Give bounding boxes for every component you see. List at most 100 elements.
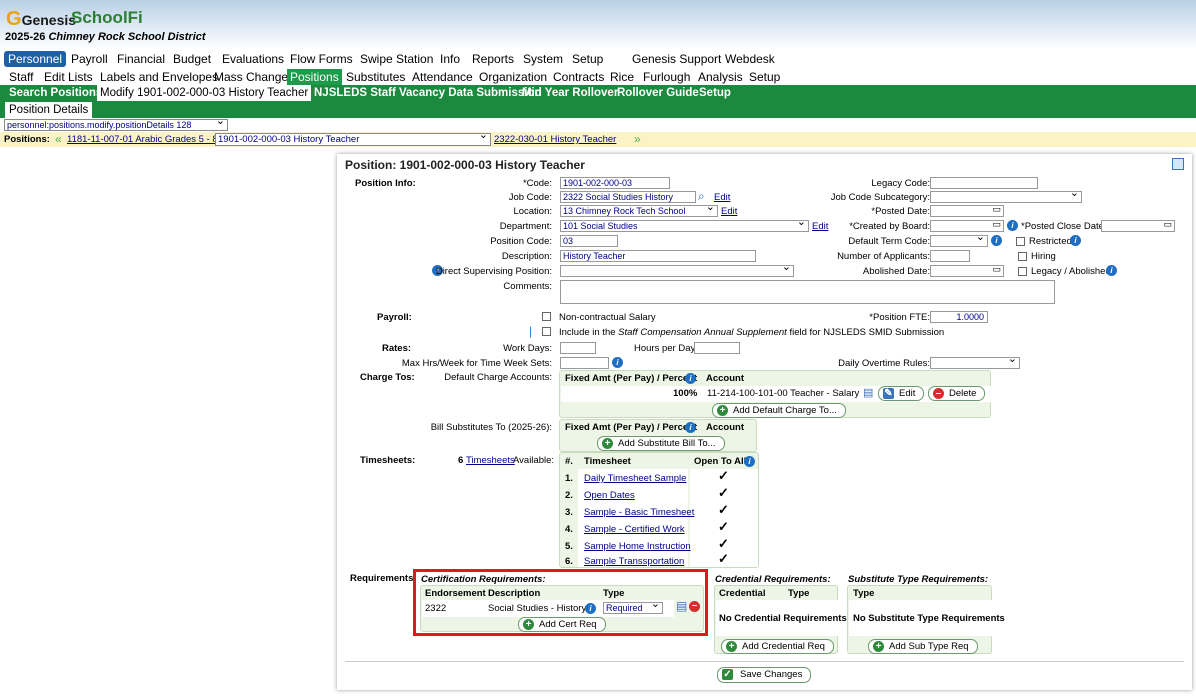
submenu-rice[interactable]: Rice — [607, 69, 637, 85]
tab-mid-year-rollover[interactable]: Mid Year Rollover — [519, 85, 621, 101]
submenu-furlough[interactable]: Furlough — [640, 69, 693, 85]
posted-close-date-input[interactable] — [1101, 220, 1175, 232]
info-icon[interactable]: i — [685, 373, 696, 384]
timesheet-link[interactable]: Sample - Certified Work — [584, 524, 685, 535]
submenu-mass-change[interactable]: Mass Change — [211, 69, 291, 85]
menu-system[interactable]: System — [519, 51, 567, 67]
tab-modify-position[interactable]: Modify 1901-002-000-03 History Teacher — [97, 85, 312, 101]
posted-date-input[interactable] — [930, 205, 1004, 217]
main-menu: Personnel Payroll Financial Budget Evalu… — [0, 50, 1196, 68]
notebook-icon[interactable]: ▤ — [863, 386, 873, 399]
tab-njsleds[interactable]: NJSLEDS Staff Vacancy Data Submission — [311, 85, 545, 101]
prev-arrow-icon[interactable]: « — [55, 132, 62, 146]
info-icon[interactable]: i — [1070, 235, 1081, 246]
max-hrs-input[interactable] — [560, 357, 609, 369]
info-icon[interactable]: i — [612, 357, 623, 368]
timesheet-link[interactable]: Open Dates — [584, 490, 635, 501]
job-code-input[interactable]: 2322 Social Studies History — [560, 191, 696, 203]
check-icon: ✓ — [718, 468, 729, 483]
code-input[interactable]: 1901-002-000-03 — [560, 177, 670, 189]
position-fte-input[interactable]: 1.0000 — [930, 311, 988, 323]
info-icon[interactable]: i — [1106, 265, 1117, 276]
add-credential-req-button[interactable]: + Add Credential Req — [721, 639, 834, 654]
job-code-edit-link[interactable]: Edit — [714, 192, 730, 203]
search-icon[interactable]: ⌕ — [698, 189, 705, 204]
menu-personnel[interactable]: Personnel — [4, 51, 67, 67]
timesheet-link[interactable]: Daily Timesheet Sample — [584, 473, 686, 484]
col-fixed-amount: Fixed Amt (Per Pay) / Percent — [565, 373, 698, 384]
submenu-analysis[interactable]: Analysis — [695, 69, 746, 85]
description-input[interactable]: History Teacher — [560, 250, 756, 262]
info-icon[interactable]: i — [991, 235, 1002, 246]
menu-webdesk[interactable]: Webdesk — [721, 51, 779, 67]
timesheet-link[interactable]: Sample Transsportation — [584, 556, 684, 567]
add-default-charge-button[interactable]: + Add Default Charge To... — [712, 403, 846, 418]
submenu-attendance[interactable]: Attendance — [409, 69, 476, 85]
tab-rollover-guide[interactable]: Rollover Guide — [614, 85, 702, 101]
info-icon[interactable]: i — [1007, 220, 1018, 231]
menu-budget[interactable]: Budget — [169, 51, 215, 67]
prev-position-link[interactable]: 1181-11-007-01 Arabic Grades 5 - 8 — [67, 134, 218, 145]
abolished-date-input[interactable] — [930, 265, 1004, 277]
submenu-edit-lists[interactable]: Edit Lists — [41, 69, 96, 85]
timesheets-link[interactable]: Timesheets — [466, 455, 515, 466]
default-term-code-select[interactable] — [930, 235, 988, 247]
next-position-link[interactable]: 2322-030-01 History Teacher — [494, 134, 616, 145]
daily-overtime-select[interactable] — [930, 357, 1020, 369]
list-item-number: 5. — [565, 541, 573, 552]
legacy-abolished-checkbox[interactable] — [1018, 267, 1027, 276]
menu-flow-forms[interactable]: Flow Forms — [286, 51, 357, 67]
submenu-substitutes[interactable]: Substitutes — [343, 69, 408, 85]
tab-position-details[interactable]: Position Details — [5, 102, 93, 118]
menu-financial[interactable]: Financial — [113, 51, 169, 67]
location-select[interactable]: 13 Chimney Rock Tech School — [560, 205, 718, 217]
submenu-contracts[interactable]: Contracts — [550, 69, 607, 85]
legacy-code-input[interactable] — [930, 177, 1038, 189]
restricted-label: Restricted — [1029, 236, 1072, 247]
comments-textarea[interactable] — [560, 280, 1055, 304]
menu-evaluations[interactable]: Evaluations — [218, 51, 288, 67]
submenu-positions[interactable]: Positions — [287, 69, 342, 85]
include-supplement-checkbox[interactable] — [542, 327, 551, 336]
location-edit-link[interactable]: Edit — [721, 206, 737, 217]
table-row: 100% 11-214-100-101-00 Teacher - Salary … — [561, 386, 991, 402]
menu-setup[interactable]: Setup — [568, 51, 607, 67]
submenu-labels[interactable]: Labels and Envelopes — [97, 69, 221, 85]
submenu-organization[interactable]: Organization — [476, 69, 550, 85]
save-changes-button[interactable]: ✓ Save Changes — [717, 667, 812, 683]
tab-setup[interactable]: Setup — [696, 85, 734, 101]
menu-genesis-support[interactable]: Genesis Support — [628, 51, 725, 67]
submenu-setup[interactable]: Setup — [746, 69, 783, 85]
menu-reports[interactable]: Reports — [468, 51, 518, 67]
job-code-subcategory-select[interactable] — [930, 191, 1082, 203]
timesheet-link[interactable]: Sample - Basic Timesheet — [584, 507, 694, 518]
work-days-input[interactable] — [560, 342, 596, 354]
add-substitute-bill-button[interactable]: + Add Substitute Bill To... — [597, 436, 725, 451]
menu-swipe-station[interactable]: Swipe Station — [356, 51, 437, 67]
info-icon[interactable]: i — [744, 456, 755, 467]
created-by-board-input[interactable] — [930, 220, 1004, 232]
position-code-input[interactable]: 03 — [560, 235, 618, 247]
menu-payroll[interactable]: Payroll — [67, 51, 112, 67]
current-position-select[interactable]: 1901-002-000-03 History Teacher — [215, 130, 491, 146]
edit-charge-button[interactable]: ✎ Edit — [878, 386, 925, 401]
non-contractual-checkbox[interactable] — [542, 312, 551, 321]
section-payroll: Payroll: — [377, 312, 412, 323]
next-arrow-icon[interactable]: » — [634, 132, 641, 146]
department-select[interactable]: 101 Social Studies — [560, 220, 809, 232]
timesheet-link[interactable]: Sample Home Instruction — [584, 541, 691, 552]
screen-path-select[interactable]: personnel:positions.modify.positionDetai… — [4, 116, 228, 131]
submenu-staff[interactable]: Staff — [6, 69, 36, 85]
direct-supervising-select[interactable] — [560, 265, 794, 277]
menu-info[interactable]: Info — [436, 51, 464, 67]
department-edit-link[interactable]: Edit — [812, 221, 828, 232]
restricted-checkbox[interactable] — [1016, 237, 1025, 246]
hiring-checkbox[interactable] — [1018, 252, 1027, 261]
hours-per-day-input[interactable] — [694, 342, 740, 354]
add-sub-type-req-button[interactable]: + Add Sub Type Req — [868, 639, 978, 654]
delete-charge-button[interactable]: – Delete — [928, 386, 986, 401]
info-icon[interactable]: i — [685, 422, 696, 433]
notebook-icon[interactable] — [1172, 158, 1184, 170]
number-of-applicants-input[interactable] — [930, 250, 970, 262]
tab-search-positions[interactable]: Search Positions — [6, 85, 105, 101]
